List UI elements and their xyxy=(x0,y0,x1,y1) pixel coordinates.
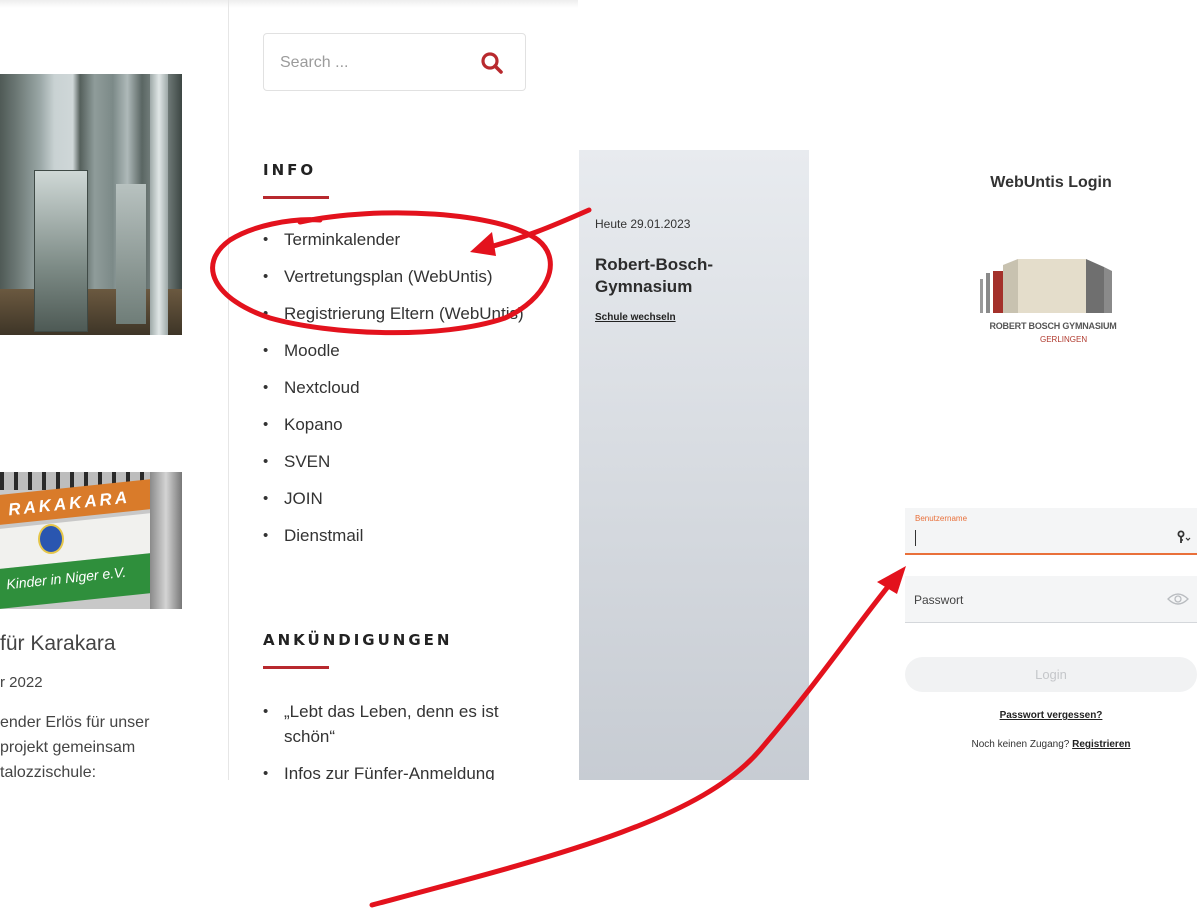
announcements-list: „Lebt das Leben, denn es ist schön“ Info… xyxy=(263,699,528,780)
school-name: Robert-Bosch-Gymnasium xyxy=(595,255,714,296)
forgot-password-link[interactable]: Passwort vergessen? xyxy=(905,710,1197,721)
karakara-banner-photo[interactable]: RAKAKARA Kinder in Niger e.V. xyxy=(0,472,182,609)
school-website-panel: RAKAKARA Kinder in Niger e.V. für Karaka… xyxy=(0,0,578,780)
username-label: Benutzername xyxy=(915,514,968,523)
menu-item-dienstmail[interactable]: Dienstmail xyxy=(263,523,533,548)
today-date: Heute 29.01.2023 xyxy=(595,217,691,231)
register-line: Noch keinen Zugang? Registrieren xyxy=(905,739,1197,750)
key-icon[interactable] xyxy=(1177,530,1193,544)
menu-item-registrierung-eltern[interactable]: Registrierung Eltern (WebUntis) xyxy=(263,301,533,326)
menu-item-join[interactable]: JOIN xyxy=(263,486,533,511)
announcements-underline xyxy=(263,666,329,669)
username-input[interactable] xyxy=(913,526,1163,548)
menu-item-moodle[interactable]: Moodle xyxy=(263,338,533,363)
no-access-text: Noch keinen Zugang? xyxy=(971,739,1070,750)
top-bar xyxy=(0,0,578,8)
post-excerpt: ender Erlös für unser projekt gemeinsam … xyxy=(0,714,150,780)
eye-icon[interactable] xyxy=(1167,592,1189,606)
username-field[interactable]: Benutzername xyxy=(905,508,1197,555)
announcements-heading: ANKÜNDIGUNGEN xyxy=(263,631,453,649)
info-heading: INFO xyxy=(263,161,317,179)
annotation-arrowhead-bottom xyxy=(877,566,906,594)
search-box xyxy=(263,33,526,91)
menu-item-nextcloud[interactable]: Nextcloud xyxy=(263,375,533,400)
search-input[interactable] xyxy=(280,51,460,75)
building-photo[interactable] xyxy=(0,74,182,335)
search-icon[interactable] xyxy=(479,50,505,76)
post-title[interactable]: für Karakara xyxy=(0,632,116,656)
password-input[interactable] xyxy=(914,589,1144,611)
logo-text-school: ROBERT BOSCH GYMNASIUM xyxy=(989,321,1117,331)
password-field[interactable] xyxy=(905,576,1197,623)
announcement-item[interactable]: „Lebt das Leben, denn es ist schön“ xyxy=(263,699,528,749)
logo-text-city: GERLINGEN xyxy=(1040,335,1088,344)
school-panel: Heute 29.01.2023 Robert-Bosch-Gymnasium … xyxy=(579,150,809,780)
column-divider xyxy=(228,0,229,780)
switch-school-link[interactable]: Schule wechseln xyxy=(595,312,676,323)
menu-item-sven[interactable]: SVEN xyxy=(263,449,533,474)
login-button[interactable]: Login xyxy=(905,657,1197,692)
banner-emblem xyxy=(38,524,64,554)
menu-item-vertretungsplan[interactable]: Vertretungsplan (WebUntis) xyxy=(263,264,533,289)
login-title: WebUntis Login xyxy=(990,174,1112,191)
post-date: r 2022 xyxy=(0,674,43,691)
info-menu: Terminkalender Vertretungsplan (WebUntis… xyxy=(263,227,533,560)
info-underline xyxy=(263,196,329,199)
announcement-item[interactable]: Infos zur Fünfer-Anmeldung xyxy=(263,761,528,780)
register-link[interactable]: Registrieren xyxy=(1072,739,1130,750)
menu-item-kopano[interactable]: Kopano xyxy=(263,412,533,437)
menu-item-terminkalender[interactable]: Terminkalender xyxy=(263,227,533,252)
